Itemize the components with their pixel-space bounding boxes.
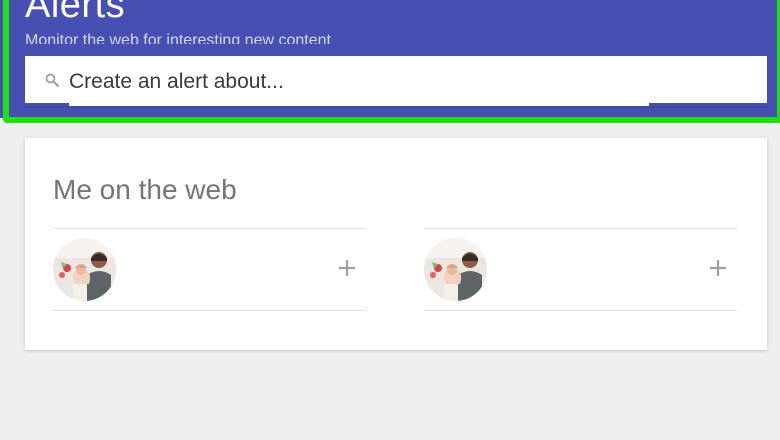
- header-bar: Alerts Monitor the web for interesting n…: [0, 0, 780, 118]
- card-title: Me on the web: [53, 174, 237, 205]
- add-icon[interactable]: [336, 257, 358, 279]
- list-item: [424, 228, 737, 311]
- avatar: [53, 238, 116, 301]
- search-input[interactable]: [69, 70, 669, 94]
- page-title: Alerts: [25, 0, 126, 26]
- add-icon[interactable]: [707, 257, 729, 279]
- list-item: [53, 228, 366, 311]
- me-on-web-card: Me on the web: [25, 138, 767, 350]
- search-underline-left: [25, 103, 69, 106]
- page-subtitle: Monitor the web for interesting new cont…: [25, 32, 331, 44]
- search-bar[interactable]: [25, 56, 767, 106]
- avatar: [424, 238, 487, 301]
- search-underline-right: [649, 103, 767, 106]
- search-icon: [45, 73, 59, 87]
